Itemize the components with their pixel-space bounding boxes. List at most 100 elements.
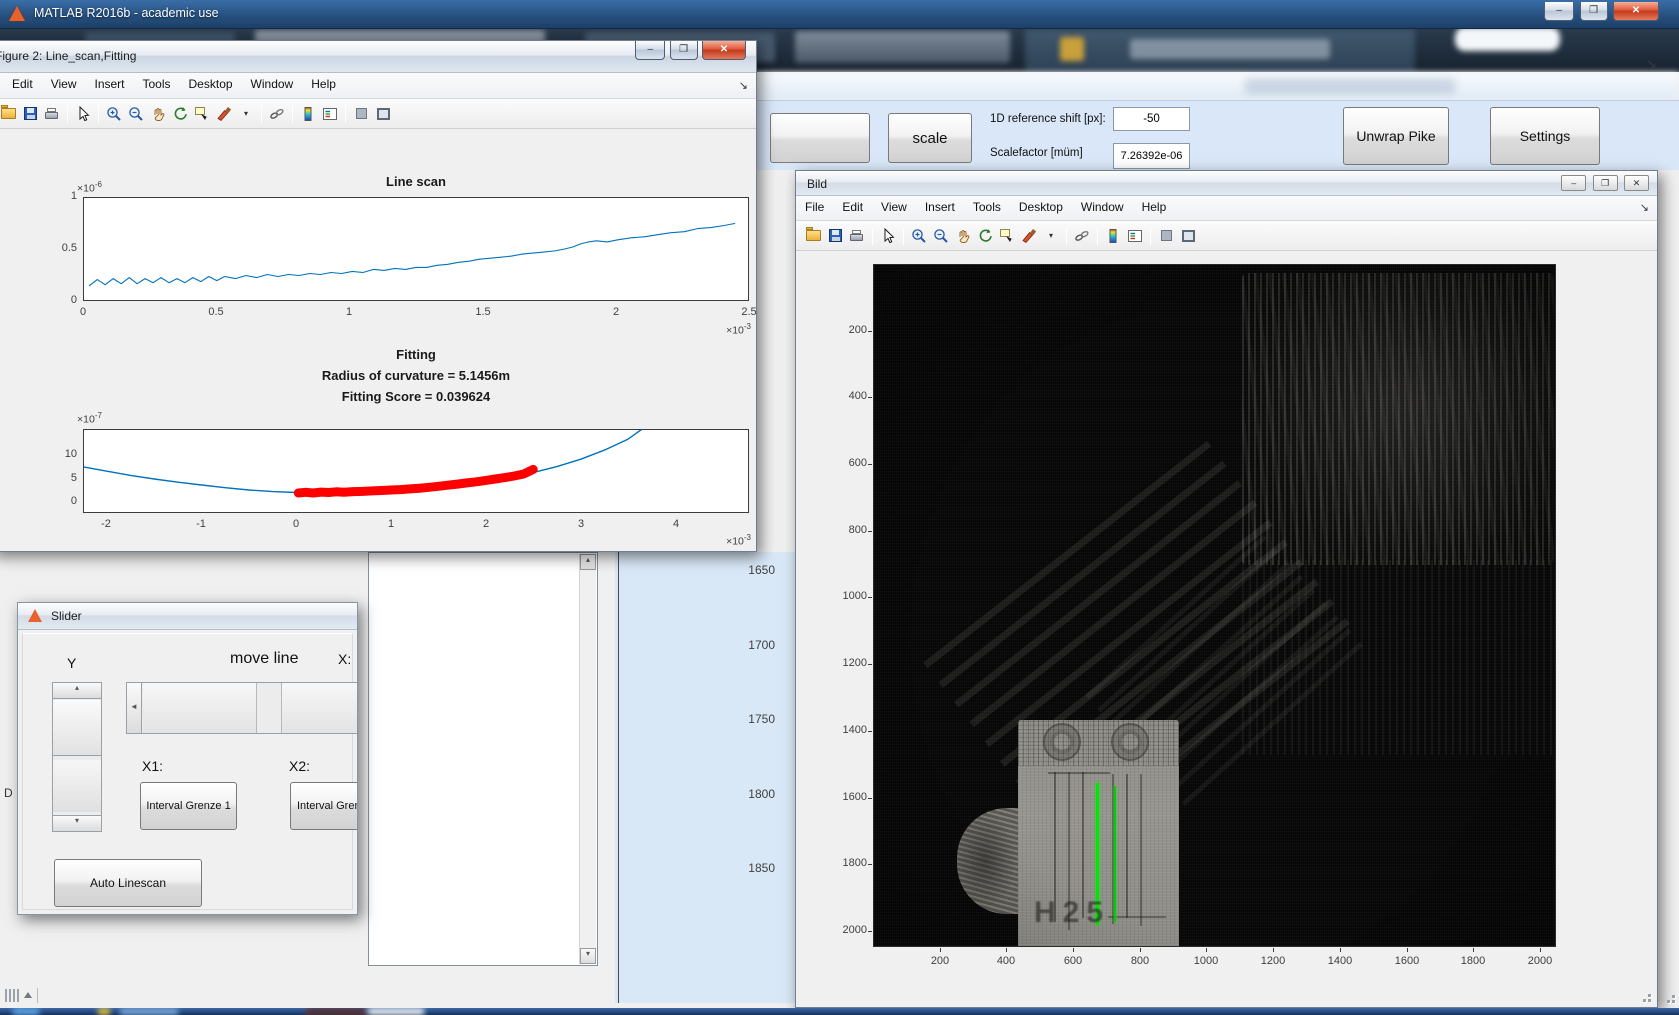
y-slider[interactable]: ▴ ▾ [52,682,102,832]
bild-zoom-in-icon[interactable] [908,226,930,246]
figure2-titlebar[interactable]: Figure 2: Line_scan,Fitting – ❐ ✕ [0,41,756,73]
figure2-close-button[interactable]: ✕ [702,41,746,60]
interval-grenze-1-button[interactable]: Interval Grenze 1 [140,782,237,830]
figure2-dock-icon[interactable] [372,104,394,124]
bild-legend-icon[interactable] [1124,226,1146,246]
background-listbox[interactable]: ▴ ▾ [368,552,598,966]
x-slider-track-left[interactable] [143,683,257,733]
figure2-menu-help[interactable]: Help [302,73,345,95]
fitting-axes[interactable] [83,429,749,513]
bild-menu-desktop[interactable]: Desktop [1010,196,1072,218]
taskbar-item[interactable] [120,1008,178,1015]
figure2-menu-desktop[interactable]: Desktop [180,73,242,95]
x-slider[interactable]: ◄ [126,682,358,734]
x-slider-thumb[interactable] [258,683,280,733]
figure2-print-icon[interactable] [41,104,63,124]
bild-menu-insert[interactable]: Insert [916,196,964,218]
y-slider-thumb[interactable] [53,700,101,756]
x-slider-track-right[interactable] [281,683,358,733]
statusbar-grip-icon[interactable] [5,988,45,1004]
figure2-dock-small-icon[interactable] [350,104,372,124]
figure2-maximize-button[interactable]: ❐ [670,41,698,60]
bild-caret-icon[interactable]: ▾ [1040,226,1062,246]
scalefactor-input[interactable]: 7.26392e-06 [1113,143,1190,169]
linescan-axes[interactable] [83,197,749,301]
figure2-caret-icon[interactable]: ▾ [235,104,257,124]
taskbar-start-orb[interactable] [12,1008,40,1015]
fitting-x-exponent: ×10-3 [691,533,751,548]
figure2-data-cursor-icon[interactable] [191,104,213,124]
figure2-menu-view[interactable]: View [42,73,86,95]
taskbar-item[interactable] [98,1008,110,1015]
taskbar-item[interactable] [368,1008,424,1015]
bild-colorbar-icon[interactable] [1102,226,1124,246]
bild-menu-tools[interactable]: Tools [964,196,1010,218]
bild-menu-window[interactable]: Window [1072,196,1133,218]
toolstrip-dock-arrow-icon[interactable]: ↘ [1646,56,1657,72]
figure2-link-plot-icon[interactable] [266,104,288,124]
figure2-rotate-icon[interactable] [169,104,191,124]
listbox-scroll-up-icon[interactable]: ▴ [580,554,596,570]
figure2-menu-insert[interactable]: Insert [85,73,133,95]
bild-open-folder-icon[interactable] [802,226,824,246]
bild-print-icon[interactable] [846,226,868,246]
bild-menu-file[interactable]: File [796,196,833,218]
scale-button[interactable]: scale [888,113,972,163]
listbox-scroll-down-icon[interactable]: ▾ [580,948,596,964]
linescan-xtick: 2 [596,306,636,318]
bild-image-axes[interactable]: H25 [873,264,1556,947]
bild-dock-icon[interactable] [1177,226,1199,246]
figure2-pan-icon[interactable] [147,104,169,124]
figure2-pointer-icon[interactable] [72,104,94,124]
bild-close-button[interactable]: ✕ [1624,175,1649,191]
bild-save-icon[interactable] [824,226,846,246]
windows-taskbar[interactable] [0,1008,1679,1015]
listbox-scrollbar[interactable]: ▴ ▾ [579,554,596,964]
unwrap-pike-button[interactable]: Unwrap Pike [1343,107,1449,165]
y-slider-up-icon[interactable]: ▴ [53,683,101,699]
y-slider-track[interactable] [53,760,101,812]
figure2-menu-edit[interactable]: Edit [3,73,42,95]
bild-pointer-icon[interactable] [877,226,899,246]
settings-button[interactable]: Settings [1490,107,1600,165]
bild-menu-help[interactable]: Help [1133,196,1176,218]
bild-dock-small-icon[interactable] [1155,226,1177,246]
bild-menu-view[interactable]: View [872,196,916,218]
bild-rotate-icon[interactable] [974,226,996,246]
interval-grenze-2-button[interactable]: Interval Grenze 2 [290,782,358,830]
figure2-minimize-button[interactable]: – [635,41,665,60]
taskbar-item[interactable] [306,1008,366,1015]
bild-minimize-button[interactable]: – [1561,175,1586,191]
figure2-zoom-in-icon[interactable] [103,104,125,124]
figure2-legend-icon[interactable] [319,104,341,124]
x-slider-left-icon[interactable]: ◄ [127,683,142,733]
figure2-menu-tools[interactable]: Tools [134,73,180,95]
x2-label: X2: [289,758,310,774]
ref-shift-input[interactable]: -50 [1113,107,1190,131]
figure2-colorbar-icon[interactable] [297,104,319,124]
matlab-logo-icon [9,6,25,21]
bild-data-cursor-icon[interactable] [996,226,1018,246]
bild-titlebar[interactable]: Bild – ❐ ✕ [796,171,1657,196]
bild-menu-dock-icon[interactable]: ↘ [1640,201,1649,214]
y-slider-down-icon[interactable]: ▾ [53,815,101,831]
bild-link-plot-icon[interactable] [1071,226,1093,246]
figure2-brush-icon[interactable] [213,104,235,124]
fitting-xtick: 1 [371,518,411,530]
main-close-button[interactable]: ✕ [1613,2,1659,21]
unnamed-partial-button[interactable] [770,113,870,163]
slider-titlebar[interactable]: Slider [18,603,357,630]
main-maximize-button[interactable]: ❐ [1580,2,1608,21]
main-minimize-button[interactable]: – [1544,2,1574,21]
bild-pan-icon[interactable] [952,226,974,246]
figure2-menu-window[interactable]: Window [242,73,303,95]
bild-brush-icon[interactable] [1018,226,1040,246]
bild-maximize-button[interactable]: ❐ [1593,175,1618,191]
auto-linescan-button[interactable]: Auto Linescan [54,859,202,907]
figure2-save-icon[interactable] [19,104,41,124]
bild-menu-edit[interactable]: Edit [833,196,872,218]
figure2-menu-dock-icon[interactable]: ↘ [739,79,748,92]
bild-zoom-out-icon[interactable] [930,226,952,246]
figure2-zoom-out-icon[interactable] [125,104,147,124]
figure2-open-folder-icon[interactable] [0,104,19,124]
